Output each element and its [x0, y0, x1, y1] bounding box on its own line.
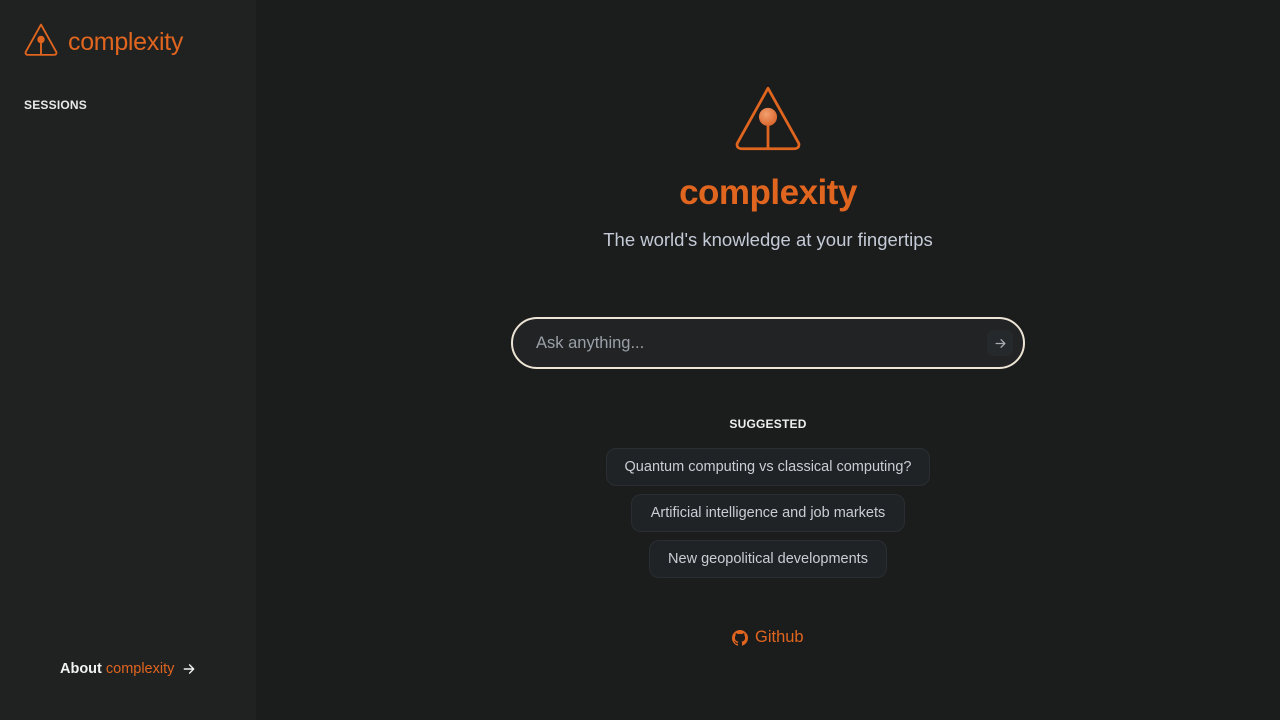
brand-name: complexity	[68, 28, 184, 56]
arrow-right-icon	[182, 662, 196, 676]
github-link[interactable]: Github	[732, 628, 804, 647]
about-accent: complexity	[105, 661, 175, 677]
complexity-logo-icon	[24, 22, 58, 63]
sidebar: complexity SESSIONS About complexity	[0, 0, 256, 720]
app-root: complexity SESSIONS About complexity com…	[0, 0, 1280, 720]
hero-title: complexity	[679, 173, 857, 212]
sessions-heading: SESSIONS	[24, 98, 87, 112]
brand-link[interactable]: complexity	[24, 22, 183, 63]
search-input[interactable]	[536, 333, 987, 353]
github-icon	[732, 629, 748, 646]
suggested-heading: SUGGESTED	[729, 417, 807, 431]
search-box	[511, 317, 1025, 369]
complexity-logo-icon	[734, 85, 802, 158]
submit-button[interactable]	[987, 330, 1013, 356]
github-label: Github	[755, 628, 804, 646]
suggestion-chip[interactable]: Quantum computing vs classical computing…	[606, 448, 930, 486]
suggestion-chip[interactable]: Artificial intelligence and job markets	[631, 494, 905, 532]
hero-subtitle: The world's knowledge at your fingertips	[603, 229, 933, 250]
main-content: complexity The world's knowledge at your…	[256, 0, 1280, 720]
arrow-right-icon	[994, 337, 1007, 350]
suggestion-chip[interactable]: New geopolitical developments	[649, 540, 887, 578]
about-prefix: About	[60, 661, 102, 677]
about-complexity-link[interactable]: About complexity	[60, 661, 196, 677]
